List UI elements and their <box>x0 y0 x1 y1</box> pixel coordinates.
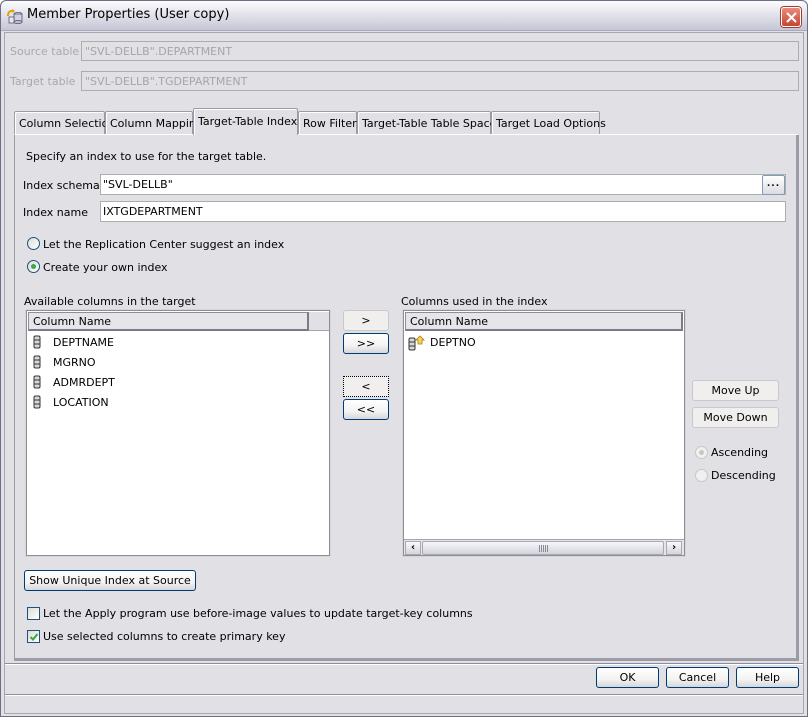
move-down-button[interactable]: Move Down <box>692 407 779 428</box>
checkmark-icon <box>29 633 39 641</box>
scroll-right-button[interactable]: › <box>666 541 682 555</box>
radio-ascending[interactable] <box>695 446 708 459</box>
help-button[interactable]: Help <box>736 667 799 688</box>
radio-descending[interactable] <box>695 469 708 482</box>
remove-all-columns-button[interactable]: << <box>343 399 389 420</box>
close-icon <box>786 12 797 23</box>
available-column-name-header[interactable]: Column Name <box>28 312 309 331</box>
remove-column-button[interactable]: < <box>343 376 389 397</box>
checkbox-primary-key-label[interactable]: Use selected columns to create primary k… <box>43 630 285 643</box>
scroll-thumb[interactable] <box>422 541 664 555</box>
source-table-label: Source table <box>10 45 80 58</box>
index-name-label: Index name <box>23 206 88 219</box>
target-table-label: Target table <box>10 75 76 88</box>
status-divider <box>5 694 803 696</box>
footer-divider <box>5 663 803 665</box>
radio-suggest-index-label[interactable]: Let the Replication Center suggest an in… <box>43 238 284 251</box>
index-schema-input[interactable]: "SVL-DELLB" <box>100 174 786 195</box>
available-columns-label: Available columns in the target <box>24 295 196 308</box>
browse-schema-button[interactable]: ... <box>762 175 785 195</box>
ascending-column-icon <box>408 335 426 354</box>
tab-target-load-options[interactable]: Target Load Options <box>491 111 606 134</box>
column-icon <box>33 335 41 352</box>
add-all-columns-button[interactable]: >> <box>343 333 389 354</box>
horizontal-scrollbar[interactable]: ‹ › <box>404 539 684 555</box>
close-button[interactable] <box>781 7 801 27</box>
used-columns-list[interactable]: Column Name DEPTNO ‹ › <box>403 310 685 556</box>
show-unique-index-button[interactable]: Show Unique Index at Source <box>24 570 196 591</box>
tab-column-selection[interactable]: Column Selection <box>14 111 115 134</box>
column-name: ADMRDEPT <box>53 376 115 389</box>
grip-icon <box>539 545 548 552</box>
column-name: DEPTNO <box>430 336 476 349</box>
tab-target-table-table-space[interactable]: Target-Table Table Space <box>357 111 496 134</box>
member-properties-dialog: Member Properties (User copy) Source tab… <box>0 0 808 717</box>
radio-descending-label[interactable]: Descending <box>711 469 776 482</box>
column-icon <box>33 355 41 372</box>
radio-suggest-index[interactable] <box>27 237 40 250</box>
index-name-input[interactable]: IXTGDEPARTMENT <box>100 201 786 222</box>
checkbox-primary-key[interactable] <box>27 630 40 643</box>
used-columns-label: Columns used in the index <box>401 295 548 308</box>
index-schema-label: Index schema <box>23 179 100 192</box>
radio-create-own-index[interactable] <box>27 260 40 273</box>
tab-column-mapping[interactable]: Column Mapping <box>105 111 203 134</box>
column-icon <box>33 395 41 412</box>
radio-create-own-index-label[interactable]: Create your own index <box>43 261 168 274</box>
header-filler <box>309 312 329 331</box>
column-name: DEPTNAME <box>53 336 114 349</box>
ok-button[interactable]: OK <box>596 667 659 688</box>
checkbox-before-image[interactable] <box>27 607 40 620</box>
available-columns-list[interactable]: Column Name DEPTNAME MGRNO ADMRDEPT LOCA… <box>26 310 330 556</box>
replication-member-icon <box>6 8 24 24</box>
title-bar[interactable]: Member Properties (User copy) <box>1 1 807 31</box>
column-name: LOCATION <box>53 396 109 409</box>
window-title: Member Properties (User copy) <box>27 7 230 22</box>
tab-row-filter[interactable]: Row Filter <box>298 111 357 134</box>
column-name: MGRNO <box>53 356 96 369</box>
radio-ascending-label[interactable]: Ascending <box>711 446 768 459</box>
column-icon <box>33 375 41 392</box>
source-table-field: "SVL-DELLB".DEPARTMENT <box>81 41 799 61</box>
panel-description: Specify an index to use for the target t… <box>26 150 267 163</box>
target-table-field: "SVL-DELLB".TGDEPARTMENT <box>81 71 799 91</box>
used-column-name-header[interactable]: Column Name <box>405 312 683 331</box>
checkbox-before-image-label[interactable]: Let the Apply program use before-image v… <box>43 607 473 620</box>
add-column-button[interactable]: > <box>343 310 389 331</box>
cancel-button[interactable]: Cancel <box>666 667 729 688</box>
move-up-button[interactable]: Move Up <box>692 380 779 401</box>
tab-target-table-index[interactable]: Target-Table Index <box>193 108 298 135</box>
scroll-left-button[interactable]: ‹ <box>405 541 421 555</box>
